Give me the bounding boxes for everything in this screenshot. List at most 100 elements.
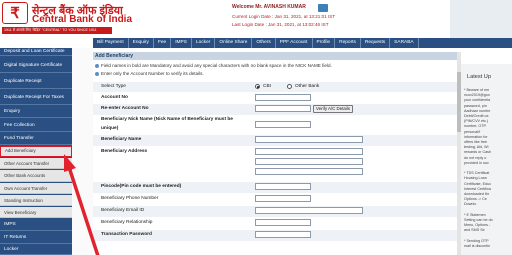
latest-update-line: downloaded thr: [464, 192, 490, 196]
latest-update-line: * TDS Certificat: [464, 171, 490, 176]
row-email: Beneficiary Email ID: [93, 206, 457, 217]
nav-reports[interactable]: Reports: [335, 38, 361, 48]
address-line3-input[interactable]: [255, 168, 363, 175]
address-line1-input[interactable]: [255, 148, 363, 155]
latest-update-line: password, pin: [464, 103, 487, 108]
address-line2-input[interactable]: [255, 158, 363, 165]
beneficiary-address-label: Beneficiary Address: [101, 149, 148, 154]
welcome-text: Welcome Mr. AVINASH KUMAR: [232, 4, 306, 10]
transaction-password-label: Transaction Password: [101, 232, 152, 237]
latest-update-line: do not reply o: [464, 155, 487, 160]
reenter-account-label: Re-enter Account No: [101, 106, 149, 111]
annotation-arrow-icon: [64, 154, 100, 255]
sidebar-item-duplicate-receipt-taxes[interactable]: Duplicate Receipt For Taxes: [0, 90, 72, 105]
bank-logo: ₹: [2, 2, 28, 24]
latest-update-line: provided in suc: [464, 160, 489, 165]
row-account-no: Account No: [93, 93, 457, 103]
header: ₹ सेन्ट्रल बैंक ऑफ इंडिया Central Bank o…: [0, 0, 512, 38]
latest-update-line: Aadhaar numbe: [464, 108, 491, 113]
latest-update-line: information for: [464, 134, 488, 139]
sidebar-item-fee-collection[interactable]: Fee Collection: [0, 119, 72, 132]
add-beneficiary-form: Add Beneficiary Field names in bold are …: [93, 52, 457, 255]
latest-update-line: Downlo: [464, 202, 477, 207]
mandatory-note-text: Field names in bold are Mandatory and av…: [101, 63, 332, 68]
pincode-input[interactable]: [255, 183, 311, 190]
info-bullet-icon: [95, 63, 99, 68]
sidebar-item-enquiry[interactable]: Enquiry: [0, 106, 72, 118]
email-input[interactable]: [255, 207, 363, 214]
pincode-label: Pincode(Pin code must be entered): [101, 184, 182, 189]
radio-cbi-label: CBI: [263, 84, 271, 89]
nav-imps[interactable]: IMPS: [171, 38, 192, 48]
nav-ppf-account[interactable]: PPF Account: [276, 38, 313, 48]
sidebar-item-duplicate-receipt[interactable]: Duplicate Receipt: [0, 74, 72, 89]
verify-account-button[interactable]: Verify A/C Details: [313, 105, 353, 113]
latest-updates-title: Latest Up: [467, 74, 491, 80]
mandatory-note: Field names in bold are Mandatory and av…: [95, 63, 332, 68]
verify-note-text: Enter only the Account Number to verify …: [101, 71, 204, 76]
phone-label: Beneficiary Phone Number: [101, 196, 159, 201]
account-no-input[interactable]: [255, 94, 311, 101]
nick-name-label-cont: unique): [101, 126, 119, 131]
current-login-date: Current Login Date : Jan 31, 2021, at 13…: [232, 14, 336, 19]
email-label: Beneficiary Email ID: [101, 208, 145, 213]
row-transaction-password: Transaction Password: [93, 230, 457, 241]
beneficiary-name-input[interactable]: [255, 136, 363, 143]
nav-others[interactable]: Others: [252, 38, 276, 48]
latest-update-line: rewards or Cash: [464, 150, 492, 155]
bank-name-english: Central Bank of India: [32, 14, 133, 25]
nav-requests[interactable]: Requests: [361, 38, 391, 48]
relationship-input[interactable]: [255, 219, 311, 226]
row-nick-name: Beneficiary Nick Name (Nick Name of Bene…: [93, 116, 457, 134]
bank-tagline: 1911 से आपके लिए 'केंद्रित' "CENTRAL" TO…: [2, 27, 112, 34]
latest-update-line: Options -> Ce: [464, 197, 487, 202]
select-type-label: Select Type: [101, 84, 126, 89]
latest-update-line: and SMS Se: [464, 228, 485, 233]
nav-enquiry[interactable]: Enquiry: [129, 38, 154, 48]
nav-profile[interactable]: Profile: [313, 38, 336, 48]
latest-update-line: your confidentia: [464, 98, 491, 103]
latest-update-line: number, OTP.: [464, 124, 487, 129]
account-no-label: Account No: [101, 95, 128, 100]
latest-update-line: (PIN/CVV etc.): [464, 119, 489, 124]
latest-update-line: Interest Certifica: [464, 186, 491, 191]
profile-icon[interactable]: [318, 4, 328, 12]
row-beneficiary-name: Beneficiary Name: [93, 135, 457, 146]
latest-update-line: ncov2019@gov.: [464, 93, 491, 98]
transaction-password-input[interactable]: [255, 231, 311, 238]
sidebar-item-deposit-loan-certificate[interactable]: Deposit and Loan Certificate: [0, 48, 72, 56]
verify-note: Enter only the Account Number to verify …: [95, 71, 204, 76]
rupee-logo-icon: ₹: [10, 4, 20, 22]
latest-update-line: Certificate, Educ: [464, 181, 492, 186]
latest-update-line: Housing Loan: [464, 176, 487, 181]
sidebar-item-fund-transfer[interactable]: Fund Transfer: [0, 133, 72, 145]
nav-online-share[interactable]: Online Share: [215, 38, 253, 48]
sidebar-item-digital-signature[interactable]: Digital Signature Certificate: [0, 58, 72, 73]
phone-input[interactable]: [255, 195, 311, 202]
radio-cbi[interactable]: [255, 84, 260, 89]
row-beneficiary-address: Beneficiary Address: [93, 147, 457, 181]
row-phone: Beneficiary Phone Number: [93, 194, 457, 205]
latest-update-line: * Beware of em: [464, 88, 490, 92]
nick-name-input[interactable]: [255, 121, 311, 128]
nav-fee[interactable]: Fee: [154, 38, 172, 48]
latest-update-line: * Sending OTP: [464, 238, 489, 243]
radio-other-bank[interactable]: [287, 84, 292, 89]
row-select-type: Select Type CBI Other Bank: [93, 82, 457, 92]
nav-saraba[interactable]: SARABA: [390, 38, 419, 48]
nav-bill-payment[interactable]: Bill Payment: [93, 38, 129, 48]
reenter-account-input[interactable]: [255, 105, 311, 112]
row-reenter-account: Re-enter Account No Verify A/C Details: [93, 104, 457, 115]
latest-update-line: personal/f: [464, 129, 481, 134]
latest-update-line: offers like free: [464, 140, 488, 144]
header-banner: [450, 0, 512, 38]
row-pincode: Pincode(Pin code must be entered): [93, 182, 457, 193]
latest-update-line: Menu, Options -: [464, 223, 491, 228]
beneficiary-name-label: Beneficiary Name: [101, 137, 142, 142]
nav-locker[interactable]: Locker: [192, 38, 216, 48]
top-nav: Bill Payment Enquiry Fee IMPS Locker Onl…: [93, 38, 512, 48]
info-bullet-icon: [95, 71, 99, 76]
relationship-label: Beneficiary Relationship: [101, 220, 153, 225]
form-title: Add Beneficiary: [93, 52, 457, 60]
latest-update-line: mail is discontin: [464, 244, 491, 248]
